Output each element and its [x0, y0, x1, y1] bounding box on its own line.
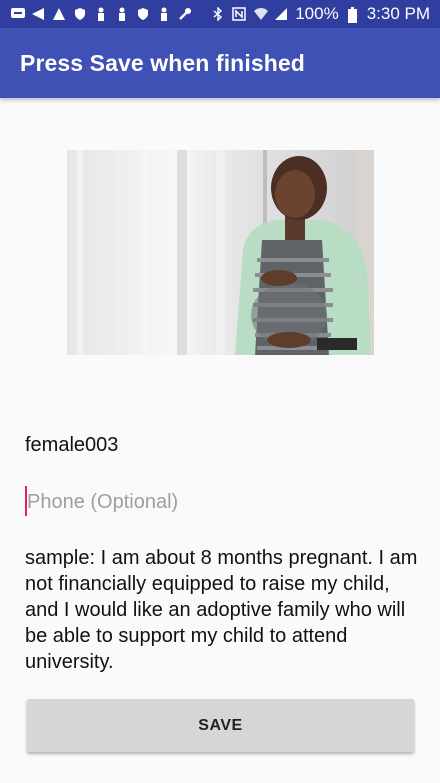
profile-photo	[67, 150, 374, 355]
person-icon	[94, 7, 108, 21]
status-system-icons: 100% 3:30 PM	[211, 4, 430, 24]
text-cursor	[25, 486, 27, 516]
status-notification-icons	[10, 7, 192, 21]
phone-field[interactable]	[25, 484, 417, 520]
person-icon	[157, 7, 171, 21]
phone-input[interactable]	[25, 484, 417, 520]
nfc-icon	[232, 7, 246, 21]
person-icon	[115, 7, 129, 21]
message-icon	[10, 7, 25, 21]
app-toolbar: Press Save when finished	[0, 28, 440, 98]
warning-icon	[52, 7, 66, 21]
bluetooth-icon	[211, 6, 225, 22]
username-label: female003	[25, 434, 119, 456]
wrench-icon	[178, 7, 192, 21]
shield-icon	[73, 7, 87, 21]
battery-icon	[346, 7, 360, 23]
status-bar: 100% 3:30 PM	[0, 0, 440, 28]
save-button[interactable]: SAVE	[27, 699, 414, 752]
battery-percent: 100%	[295, 4, 339, 23]
description-text: sample: I am about 8 months pregnant. I …	[25, 547, 418, 673]
shield-icon	[136, 7, 150, 21]
status-time: 3:30 PM	[366, 4, 430, 23]
wifi-icon	[253, 7, 269, 21]
signal-icon	[274, 7, 288, 21]
page-title: Press Save when finished	[20, 49, 305, 76]
send-icon	[31, 7, 45, 21]
